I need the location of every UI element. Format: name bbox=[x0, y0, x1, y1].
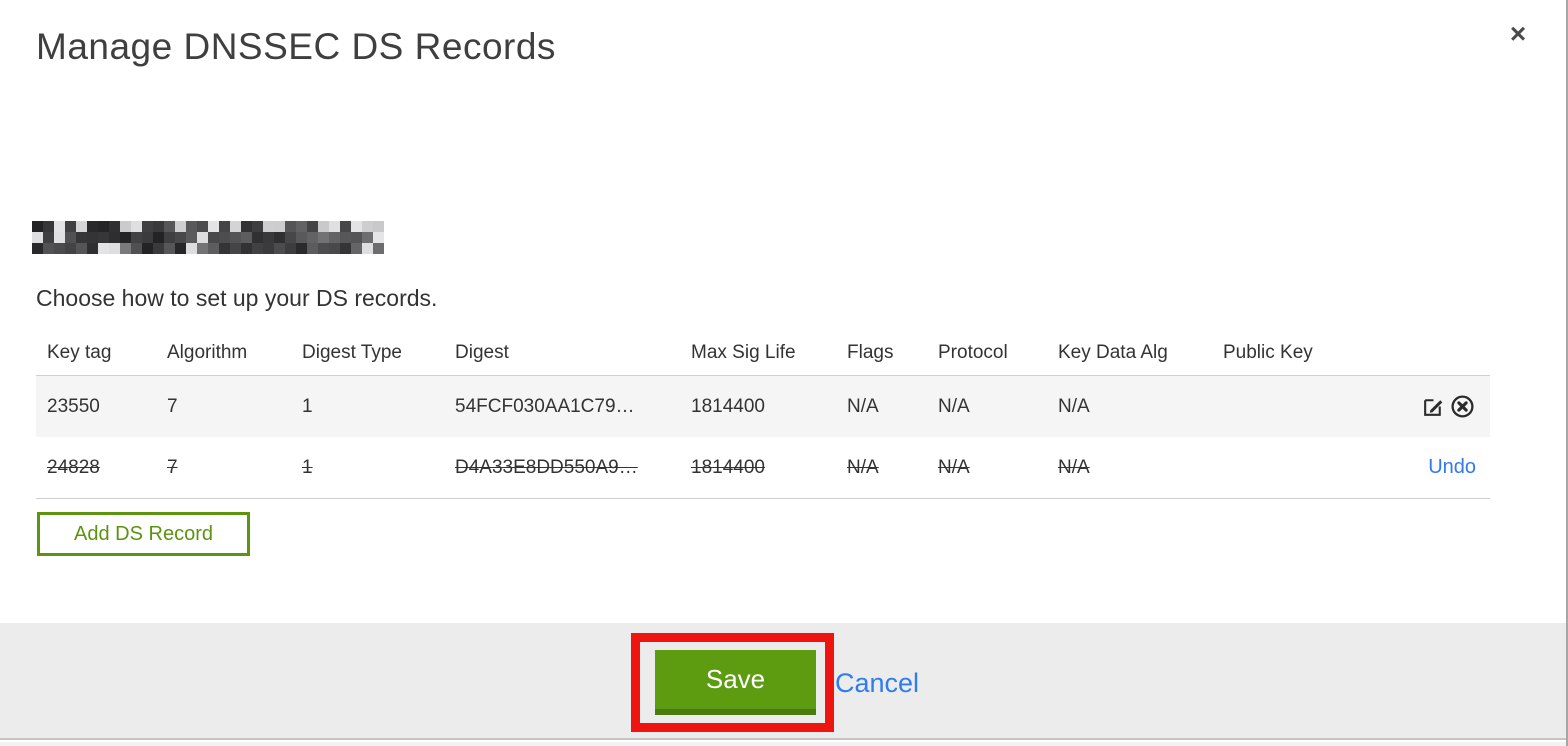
save-button[interactable]: Save bbox=[655, 650, 816, 715]
table-row-deleted: 24828 7 1 D4A33E8DD550A9… 1814400 N/A N/… bbox=[36, 437, 1490, 499]
cell-key-tag: 23550 bbox=[47, 395, 100, 417]
col-header-key-tag: Key tag bbox=[47, 341, 112, 363]
cell-max-sig-life: 1814400 bbox=[691, 456, 765, 478]
col-header-digest-type: Digest Type bbox=[302, 341, 402, 363]
cell-algorithm: 7 bbox=[167, 456, 178, 478]
add-ds-record-button[interactable]: Add DS Record bbox=[37, 512, 250, 556]
cell-flags: N/A bbox=[847, 456, 879, 478]
cancel-link[interactable]: Cancel bbox=[835, 668, 919, 699]
col-header-digest: Digest bbox=[455, 341, 509, 363]
cell-max-sig-life: 1814400 bbox=[691, 395, 765, 417]
cell-digest: 54FCF030AA1C79… bbox=[455, 395, 635, 417]
cell-protocol: N/A bbox=[938, 456, 970, 478]
col-header-flags: Flags bbox=[847, 341, 894, 363]
cell-algorithm: 7 bbox=[167, 395, 178, 417]
cell-key-data-alg: N/A bbox=[1058, 456, 1090, 478]
table-row: 23550 7 1 54FCF030AA1C79… 1814400 N/A N/… bbox=[36, 375, 1490, 437]
col-header-max-sig-life: Max Sig Life bbox=[691, 341, 796, 363]
cell-digest: D4A33E8DD550A9… bbox=[455, 456, 638, 478]
cell-flags: N/A bbox=[847, 395, 879, 417]
ds-records-table: Key tag Algorithm Digest Type Digest Max… bbox=[36, 330, 1490, 499]
cell-key-tag: 24828 bbox=[47, 456, 100, 478]
col-header-public-key: Public Key bbox=[1223, 341, 1313, 363]
close-icon[interactable]: × bbox=[1502, 18, 1534, 50]
edit-icon[interactable] bbox=[1420, 393, 1447, 420]
subtitle-text: Choose how to set up your DS records. bbox=[36, 285, 438, 311]
page-title: Manage DNSSEC DS Records bbox=[36, 26, 556, 67]
cell-protocol: N/A bbox=[938, 395, 970, 417]
delete-circle-x-icon[interactable] bbox=[1449, 393, 1476, 420]
table-header-row: Key tag Algorithm Digest Type Digest Max… bbox=[36, 330, 1490, 375]
undo-link[interactable]: Undo bbox=[1428, 456, 1476, 479]
manage-dnssec-modal: Manage DNSSEC DS Records × Choose how to… bbox=[0, 0, 1568, 746]
cell-key-data-alg: N/A bbox=[1058, 395, 1090, 417]
cell-digest-type: 1 bbox=[302, 395, 313, 417]
col-header-protocol: Protocol bbox=[938, 341, 1008, 363]
cell-digest-type: 1 bbox=[302, 456, 313, 478]
page-background-strip bbox=[0, 742, 1566, 746]
domain-name-redacted bbox=[32, 221, 384, 254]
col-header-key-data-alg: Key Data Alg bbox=[1058, 341, 1168, 363]
col-header-algorithm: Algorithm bbox=[167, 341, 248, 363]
